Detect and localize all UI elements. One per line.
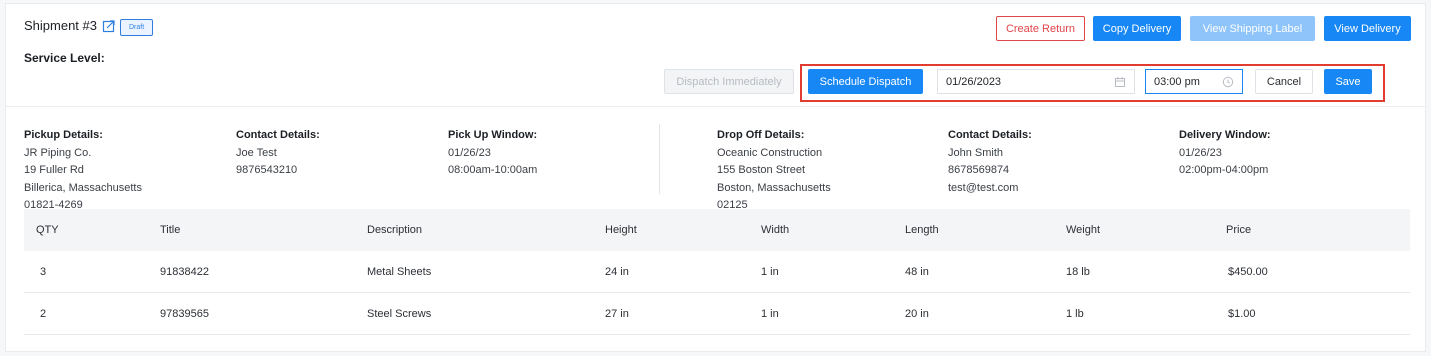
dispatch-date-input[interactable]: 01/26/2023	[937, 69, 1135, 94]
cell-height: 27 in	[605, 308, 629, 320]
dropoff-details-heading: Drop Off Details:	[717, 129, 805, 141]
column-header-description: Description	[367, 224, 423, 236]
copy-delivery-button[interactable]: Copy Delivery	[1093, 16, 1181, 41]
delivery-window: Delivery Window: 01/26/23 02:00pm-04:00p…	[1179, 127, 1271, 180]
pickup-line: Billerica, Massachusetts	[24, 181, 142, 194]
cancel-button[interactable]: Cancel	[1255, 69, 1313, 94]
cell-description: Metal Sheets	[367, 266, 432, 278]
column-header-weight: Weight	[1066, 224, 1101, 236]
create-return-button[interactable]: Create Return	[996, 16, 1085, 41]
column-header-price: Price	[1226, 224, 1252, 236]
shipment-title-text: Shipment #3	[24, 18, 97, 33]
column-header-width: Width	[761, 224, 790, 236]
cell-weight: 18 lb	[1066, 266, 1090, 278]
pickup-window-line: 08:00am-10:00am	[448, 164, 538, 176]
cell-title: 97839565	[160, 308, 209, 320]
pickup-details-heading: Pickup Details:	[24, 129, 103, 141]
pickup-contact-details: Contact Details: Joe Test 9876543210	[236, 127, 320, 180]
column-header-title: Title	[160, 224, 181, 236]
external-link-icon[interactable]	[102, 19, 116, 33]
pickup-window-heading: Pick Up Window:	[448, 129, 538, 141]
dispatch-time-value: 03:00 pm	[1154, 75, 1200, 88]
cell-length: 48 in	[905, 266, 929, 278]
column-header-length: Length	[905, 224, 939, 236]
dropoff-line: Oceanic Construction	[717, 146, 823, 159]
cell-qty: 2	[40, 308, 47, 320]
cell-description: Steel Screws	[367, 308, 432, 320]
pickup-contact-heading: Contact Details:	[236, 129, 320, 141]
delivery-window-line: 01/26/23	[1179, 146, 1222, 159]
save-button[interactable]: Save	[1324, 69, 1372, 94]
cell-price: $1.00	[1228, 308, 1256, 320]
dispatch-date-value: 01/26/2023	[946, 75, 1002, 88]
pickup-details: Pickup Details: JR Piping Co. 19 Fuller …	[24, 127, 142, 215]
pickup-line: JR Piping Co.	[24, 146, 92, 159]
dropoff-contact-heading: Contact Details:	[948, 129, 1032, 141]
dispatch-time-input[interactable]: 03:00 pm	[1145, 69, 1243, 94]
cell-qty: 3	[40, 266, 47, 278]
items-table: QTY Title Description Height Width Lengt…	[24, 209, 1410, 335]
shipment-title: Shipment #3	[24, 18, 116, 33]
dropoff-line: Boston, Massachusetts	[717, 181, 831, 194]
calendar-icon	[1115, 77, 1125, 87]
clock-icon	[1222, 76, 1234, 88]
dropoff-contact-details: Contact Details: John Smith 8678569874 t…	[948, 127, 1032, 197]
pickup-contact-line: Joe Test	[236, 146, 277, 159]
cell-price: $450.00	[1228, 266, 1268, 278]
status-badge: Draft	[120, 19, 154, 36]
shipment-card: Shipment #3 Draft Service Level: Create …	[5, 3, 1426, 352]
dispatch-immediately-button[interactable]: Dispatch Immediately	[664, 69, 794, 94]
section-divider	[6, 106, 1425, 107]
dropoff-line: 155 Boston Street	[717, 164, 806, 176]
view-delivery-button[interactable]: View Delivery	[1324, 16, 1411, 41]
dropoff-details: Drop Off Details: Oceanic Construction 1…	[717, 127, 831, 215]
cell-weight: 1 lb	[1066, 308, 1084, 320]
column-header-qty: QTY	[36, 224, 59, 236]
pickup-line: 19 Fuller Rd	[24, 164, 84, 176]
dropoff-contact-line: John Smith	[948, 146, 1004, 159]
service-level-label: Service Level:	[24, 51, 105, 65]
column-divider	[659, 124, 660, 194]
schedule-dispatch-button[interactable]: Schedule Dispatch	[808, 69, 923, 94]
table-header: QTY Title Description Height Width Lengt…	[24, 209, 1410, 251]
cell-width: 1 in	[761, 308, 779, 320]
table-row: 3 91838422 Metal Sheets 24 in 1 in 48 in…	[24, 251, 1410, 293]
dropoff-contact-line: test@test.com	[948, 181, 1019, 194]
dropoff-contact-line: 8678569874	[948, 164, 1010, 176]
cell-width: 1 in	[761, 266, 779, 278]
cell-length: 20 in	[905, 308, 929, 320]
cell-height: 24 in	[605, 266, 629, 278]
delivery-window-line: 02:00pm-04:00pm	[1179, 164, 1269, 176]
table-row: 2 97839565 Steel Screws 27 in 1 in 20 in…	[24, 293, 1410, 335]
column-header-height: Height	[605, 224, 637, 236]
view-shipping-label-button[interactable]: View Shipping Label	[1190, 16, 1315, 41]
pickup-window: Pick Up Window: 01/26/23 08:00am-10:00am	[448, 127, 537, 180]
pickup-window-line: 01/26/23	[448, 146, 491, 159]
delivery-window-heading: Delivery Window:	[1179, 129, 1271, 141]
cell-title: 91838422	[160, 266, 209, 278]
pickup-contact-line: 9876543210	[236, 164, 298, 176]
